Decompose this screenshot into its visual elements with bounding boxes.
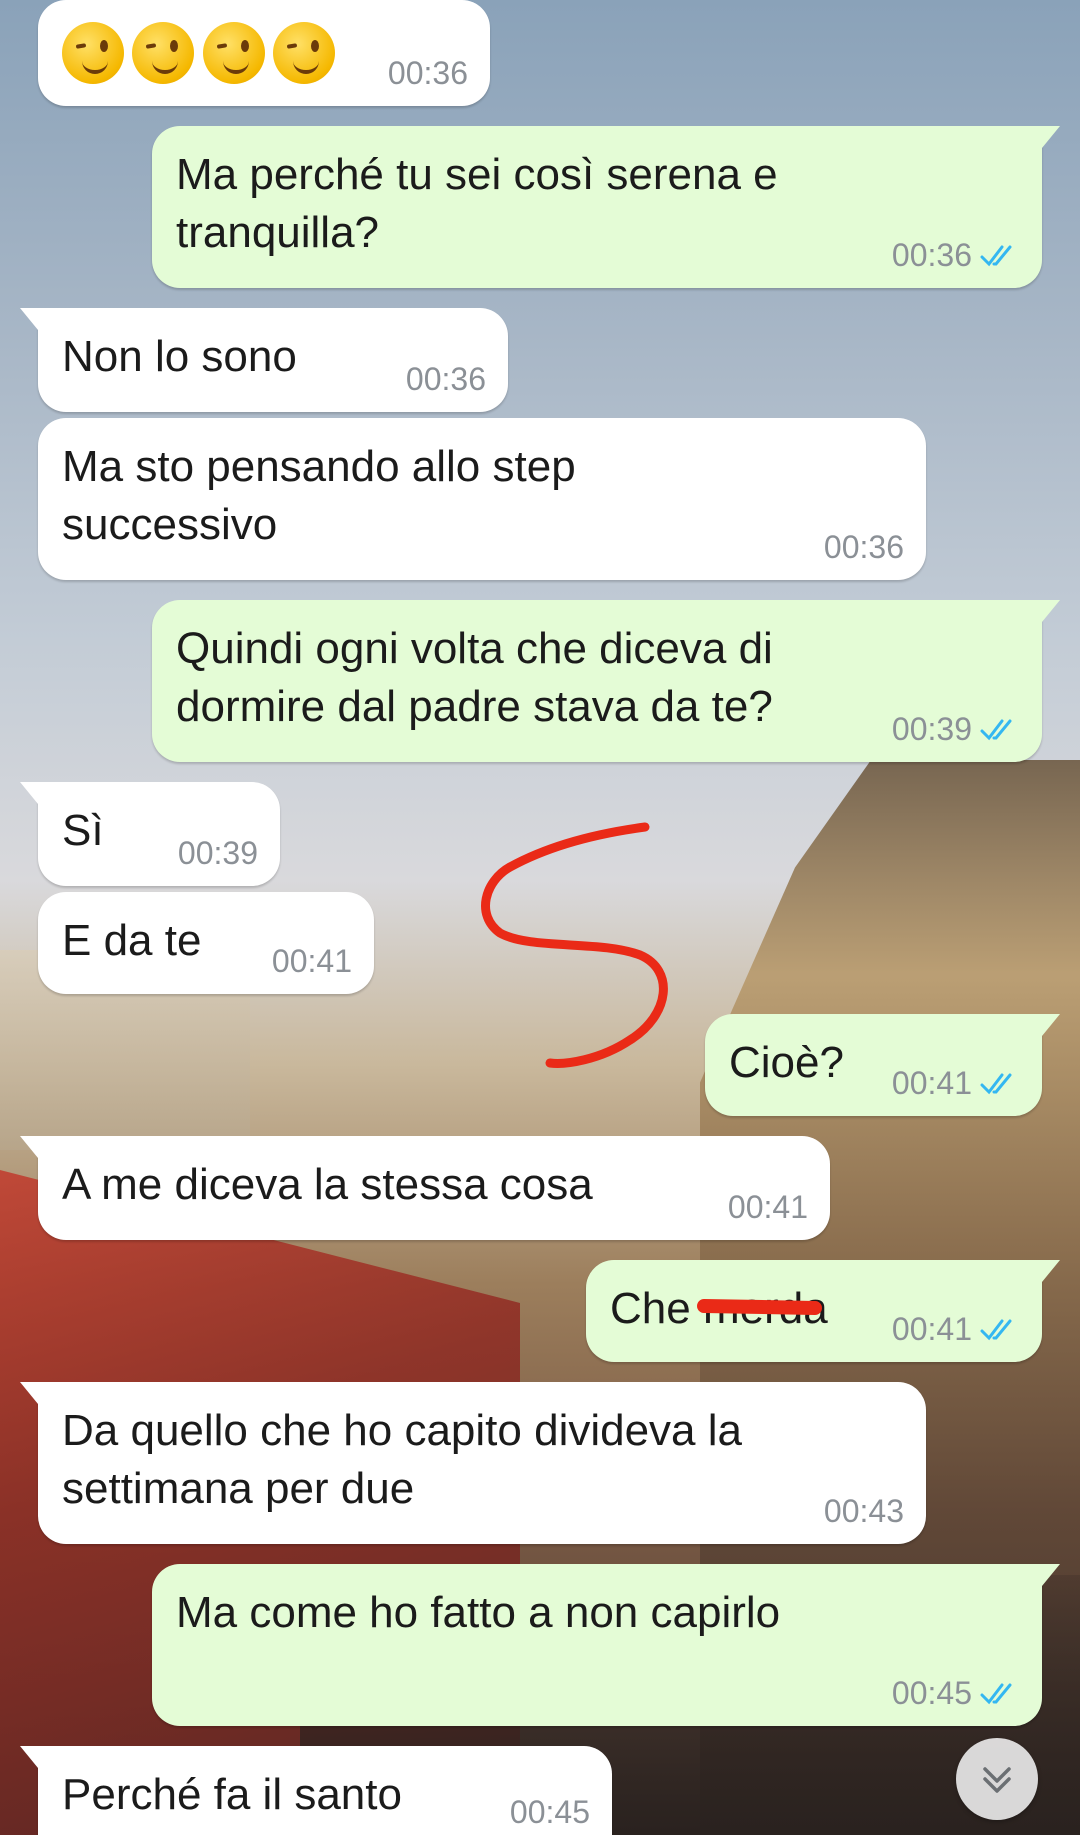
message-time: 00:41 <box>271 943 352 979</box>
message-bubble-outgoing[interactable]: Quindi ogni volta che diceva di dormire … <box>152 600 1060 762</box>
message-time: 00:45 <box>509 1794 590 1830</box>
message-time: 00:41 <box>891 1311 972 1347</box>
scroll-to-bottom-button[interactable] <box>956 1738 1038 1820</box>
message-time: 00:45 <box>891 1675 972 1711</box>
message-bubble-outgoing[interactable]: Cioè? 00:41 <box>705 1014 1060 1116</box>
message-time: 00:39 <box>891 711 972 747</box>
read-receipt-double-check-icon <box>980 719 1012 740</box>
message-time: 00:41 <box>891 1065 972 1101</box>
message-time: 00:43 <box>823 1493 904 1529</box>
message-time: 00:36 <box>823 529 904 565</box>
message-bubble-incoming[interactable]: E da te 00:41 <box>38 892 374 994</box>
winking-face-emoji-icon <box>273 22 336 84</box>
message-text: Ma sto pensando allo step successivo <box>62 442 576 549</box>
message-text: Ma come ho fatto a non capirlo <box>176 1588 781 1637</box>
message-bubble-outgoing[interactable]: Ma perché tu sei così serena e tranquill… <box>152 126 1060 288</box>
double-chevron-down-icon <box>983 1767 1011 1793</box>
winking-face-emoji-icon <box>132 22 195 84</box>
message-time: 00:36 <box>405 361 486 397</box>
winking-face-emoji-icon <box>202 22 265 84</box>
message-bubble-incoming[interactable]: 00:36 <box>38 0 490 106</box>
message-time: 00:41 <box>727 1189 808 1225</box>
message-bubble-outgoing[interactable]: Ma come ho fatto a non capirlo 00:45 <box>152 1564 1060 1726</box>
red-strikethrough <box>696 1298 823 1316</box>
message-bubble-incoming[interactable]: Sì 00:39 <box>20 782 280 886</box>
read-receipt-double-check-icon <box>980 245 1012 266</box>
read-receipt-double-check-icon <box>980 1683 1012 1704</box>
message-time: 00:39 <box>177 835 258 871</box>
read-receipt-double-check-icon <box>980 1319 1012 1340</box>
winking-face-emoji-icon <box>62 22 124 84</box>
message-bubble-incoming[interactable]: Da quello che ho capito divideva la sett… <box>20 1382 926 1544</box>
message-bubble-incoming[interactable]: A me diceva la stessa cosa 00:41 <box>20 1136 830 1240</box>
red-s-scribble <box>481 822 668 1068</box>
message-time: 00:36 <box>387 55 468 91</box>
message-bubble-incoming[interactable]: Ma sto pensando allo step successivo 00:… <box>38 418 926 580</box>
message-text: Da quello che ho capito divideva la sett… <box>62 1406 743 1513</box>
read-receipt-double-check-icon <box>980 1073 1012 1094</box>
emoji-row <box>62 22 339 84</box>
message-bubble-incoming[interactable]: Non lo sono 00:36 <box>20 308 508 412</box>
message-time: 00:36 <box>891 237 972 273</box>
message-text: A me diceva la stessa cosa <box>62 1160 593 1209</box>
message-bubble-incoming[interactable]: Perché fa il santo 00:45 <box>20 1746 612 1835</box>
